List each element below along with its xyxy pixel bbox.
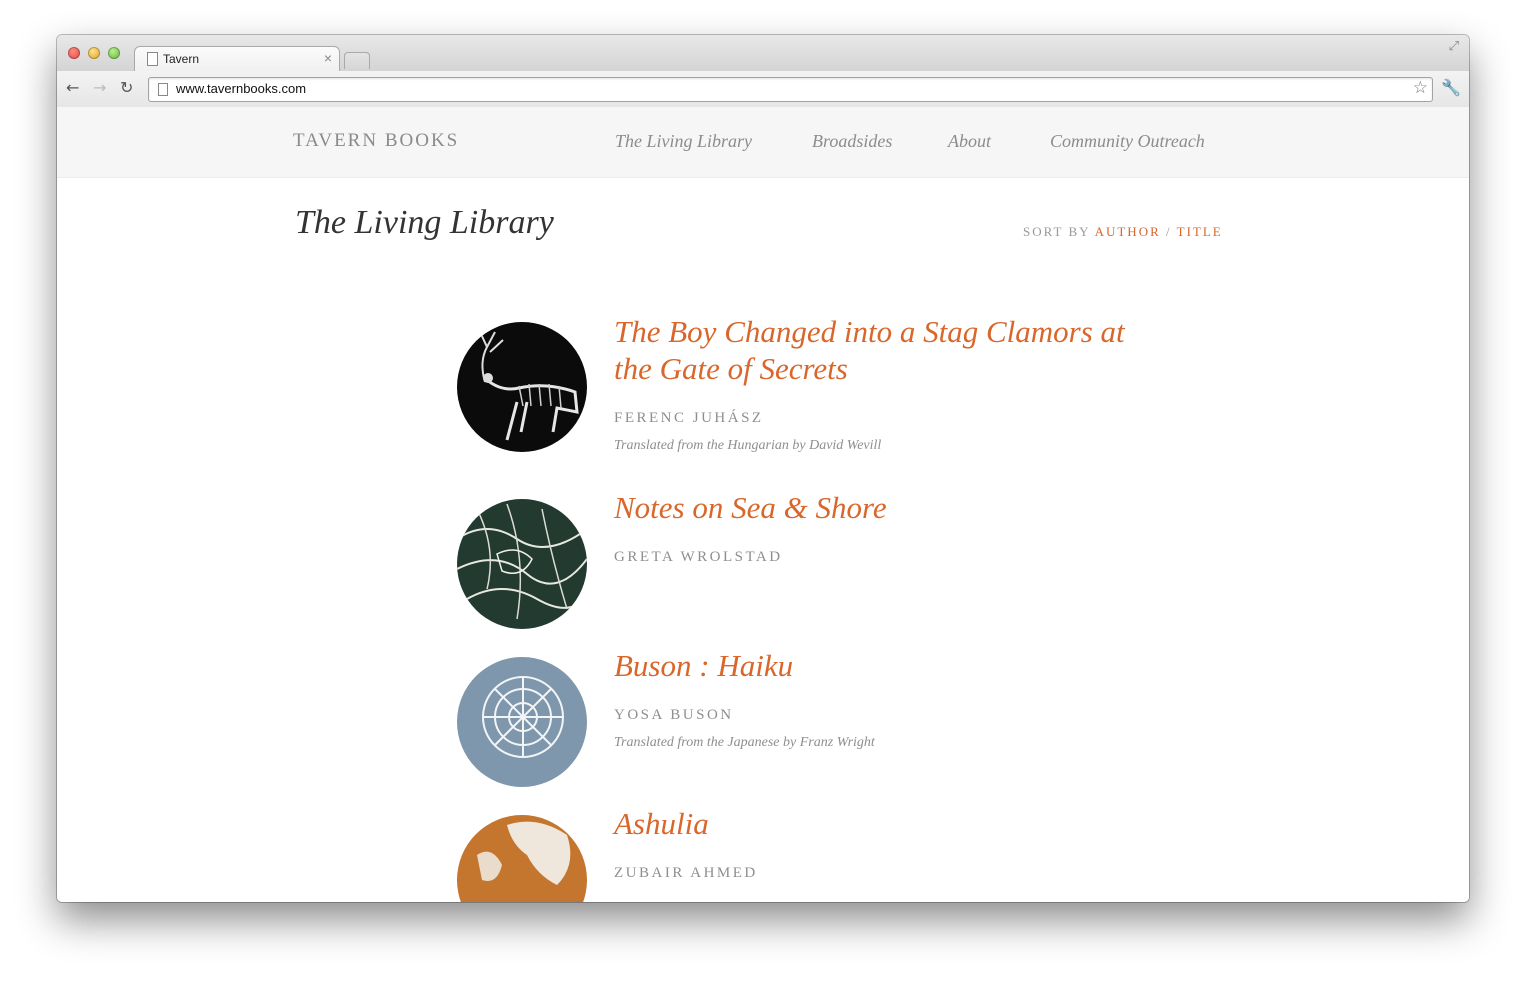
nav-living-library[interactable]: The Living Library <box>615 131 752 152</box>
zoom-window-button[interactable] <box>108 47 120 59</box>
bookmark-star-icon[interactable]: ☆ <box>1413 78 1428 98</box>
book-title-link[interactable]: Buson : Haiku <box>614 647 1134 684</box>
book-title-link[interactable]: The Boy Changed into a Stag Clamors at t… <box>614 313 1134 387</box>
page-icon <box>158 83 168 96</box>
tab-title: Tavern <box>163 52 200 66</box>
sort-label: SORT BY <box>1023 224 1091 239</box>
url-text[interactable]: www.tavernbooks.com <box>176 81 306 96</box>
browser-toolbar: ← → ↻ www.tavernbooks.com ☆ 🔧 <box>57 71 1469 108</box>
tab-strip: Tavern × ⤢ <box>57 35 1469 72</box>
book-title-link[interactable]: Notes on Sea & Shore <box>614 489 1134 526</box>
book-cover-sea[interactable] <box>457 499 587 629</box>
close-window-button[interactable] <box>68 47 80 59</box>
page-icon <box>147 52 158 66</box>
sort-by-title-link[interactable]: TITLE <box>1177 224 1223 239</box>
book-author: GRETA WROLSTAD <box>614 549 783 565</box>
book-cover-buson[interactable] <box>457 657 587 787</box>
back-icon[interactable]: ← <box>66 78 79 98</box>
page-title: The Living Library <box>295 204 554 241</box>
wrench-icon[interactable]: 🔧 <box>1441 78 1461 97</box>
new-tab-button[interactable] <box>344 52 370 69</box>
reload-icon[interactable]: ↻ <box>120 78 133 98</box>
browser-tab[interactable]: Tavern × <box>134 46 340 72</box>
nav-community-outreach[interactable]: Community Outreach <box>1050 131 1205 152</box>
sort-by-author-link[interactable]: AUTHOR <box>1095 224 1161 239</box>
web-page: TAVERN BOOKS The Living Library Broadsid… <box>57 107 1469 902</box>
book-cover-stag[interactable] <box>457 322 587 452</box>
book-author: YOSA BUSON <box>614 707 734 723</box>
browser-window: Tavern × ⤢ ← → ↻ www.tavernbooks.com ☆ 🔧… <box>57 35 1469 902</box>
sort-controls: SORT BY AUTHOR / TITLE <box>1023 224 1223 240</box>
book-translation: Translated from the Japanese by Franz Wr… <box>614 735 875 750</box>
book-cover-ashulia[interactable] <box>457 815 587 902</box>
site-header: TAVERN BOOKS The Living Library Broadsid… <box>57 107 1469 178</box>
sort-separator: / <box>1166 224 1172 239</box>
book-author: FERENC JUHÁSZ <box>614 410 764 426</box>
nav-about[interactable]: About <box>948 131 991 152</box>
nav-broadsides[interactable]: Broadsides <box>812 131 892 152</box>
tab-close-icon[interactable]: × <box>324 50 332 66</box>
book-title-link[interactable]: Ashulia <box>614 805 1134 842</box>
fullscreen-icon[interactable]: ⤢ <box>1449 39 1459 54</box>
minimize-window-button[interactable] <box>88 47 100 59</box>
address-bar[interactable]: www.tavernbooks.com ☆ <box>148 77 1433 102</box>
book-translation: Translated from the Hungarian by David W… <box>614 438 882 453</box>
book-author: ZUBAIR AHMED <box>614 865 758 881</box>
site-logo[interactable]: TAVERN BOOKS <box>293 130 459 152</box>
forward-icon[interactable]: → <box>93 78 106 98</box>
